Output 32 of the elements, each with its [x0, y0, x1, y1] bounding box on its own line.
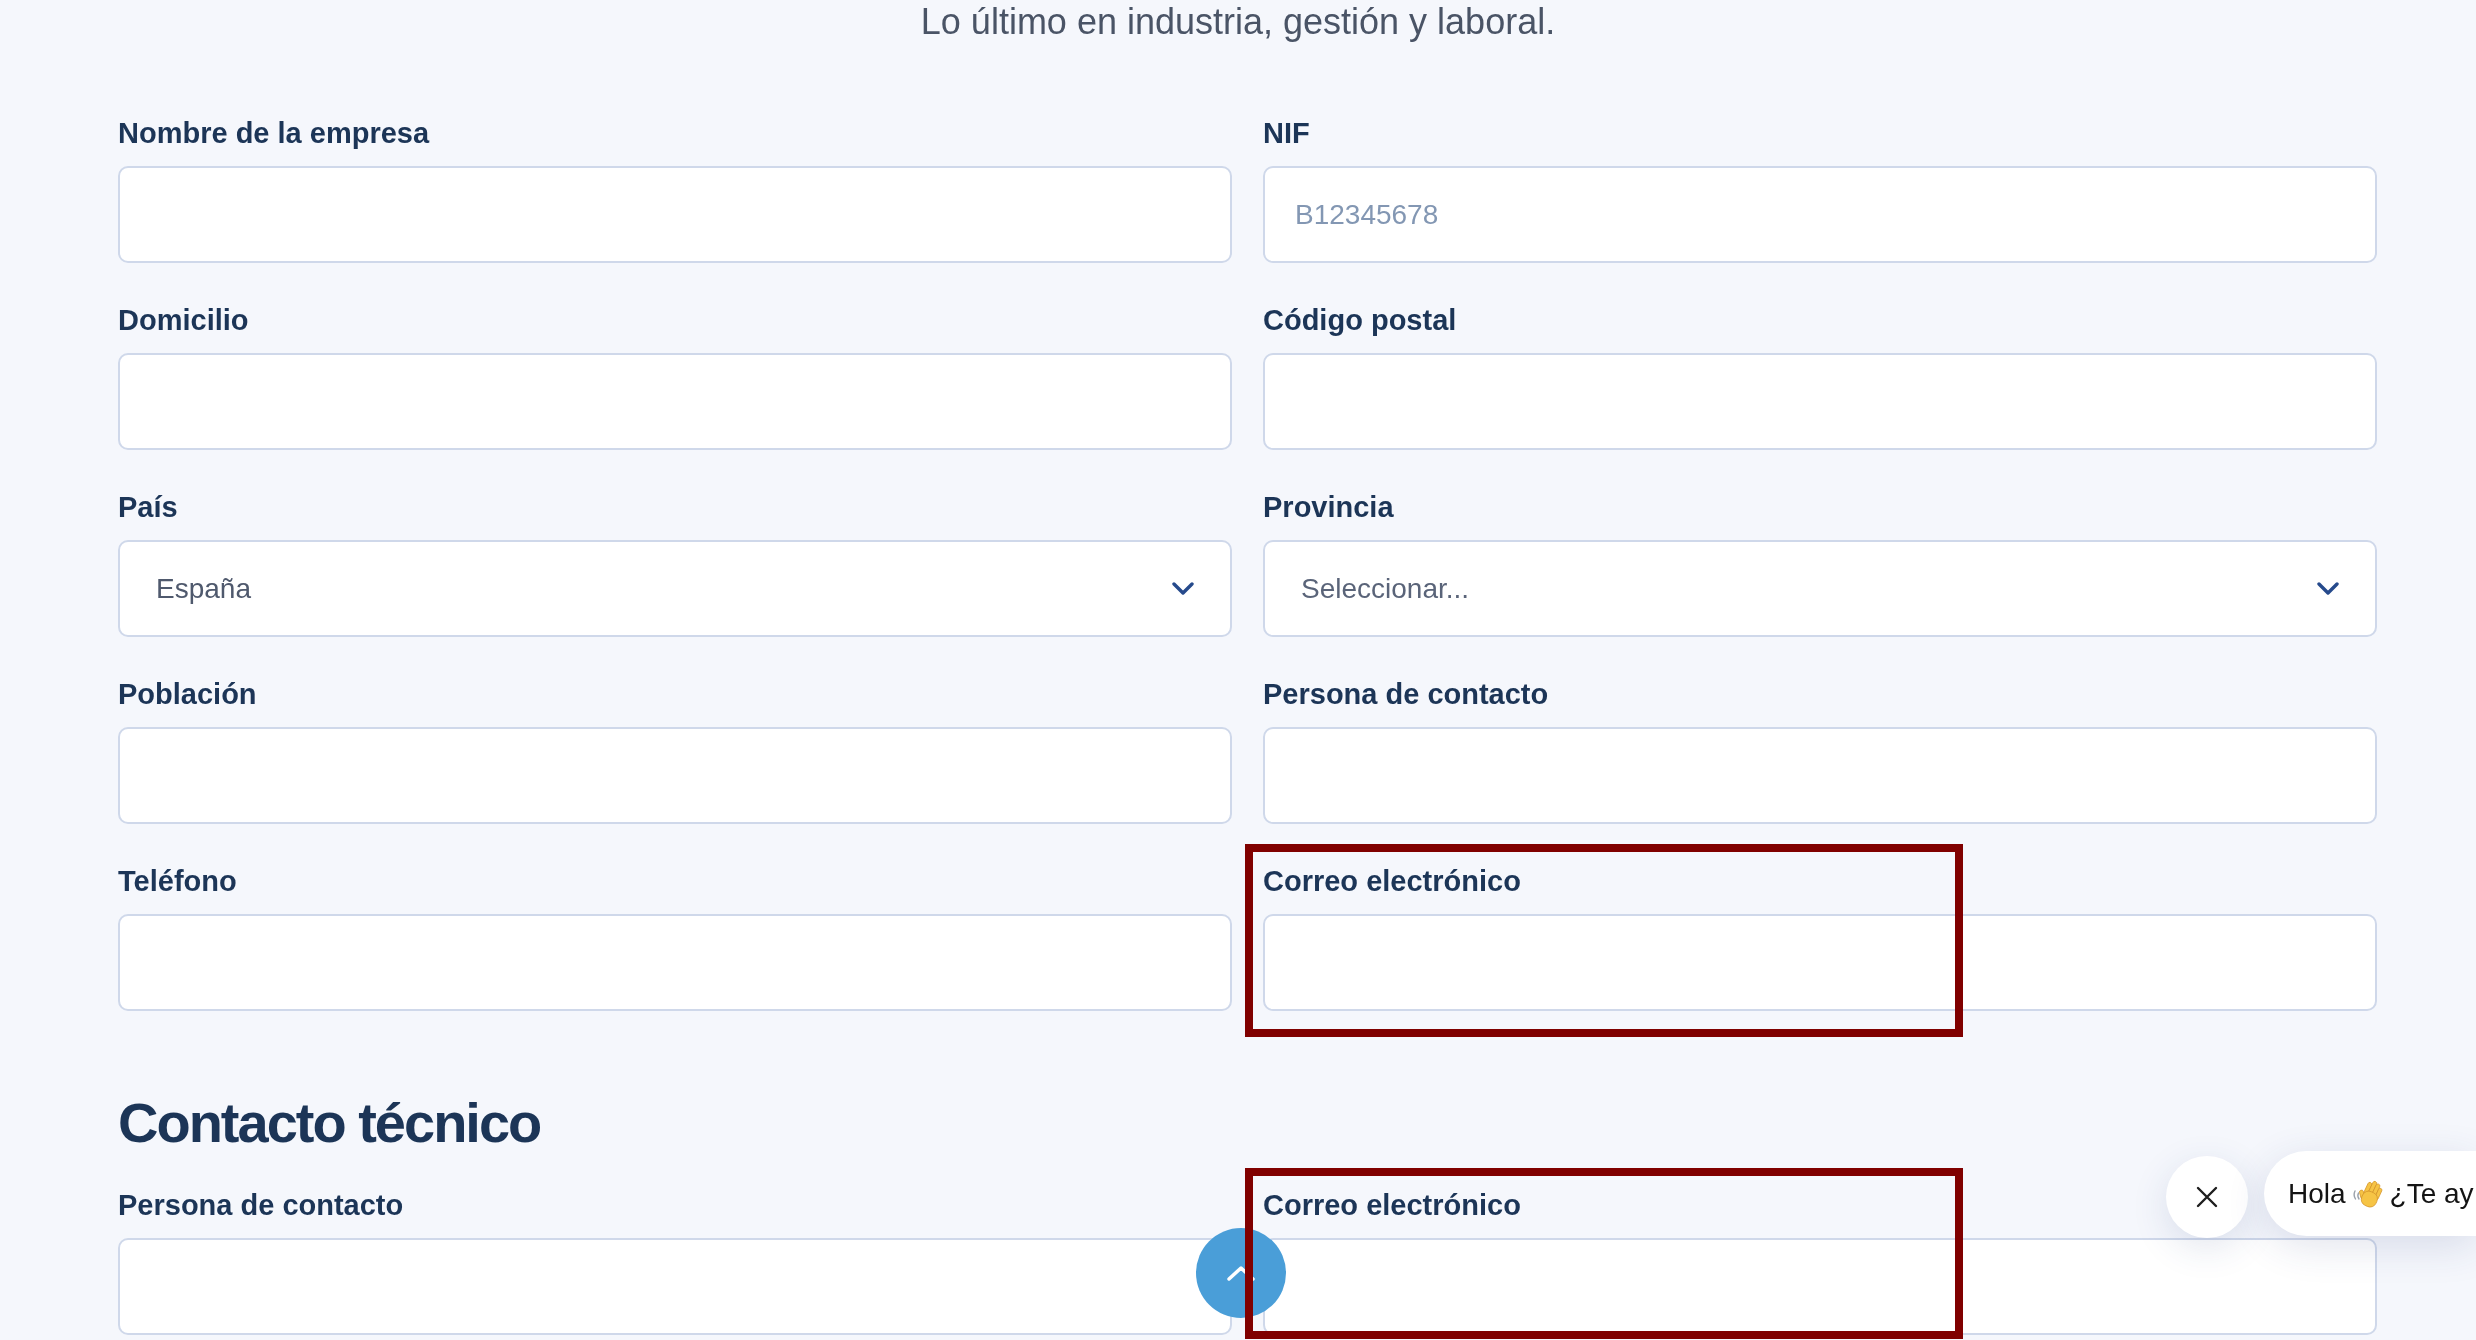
chevron-down-icon: [2317, 582, 2339, 595]
field-label: Nombre de la empresa: [118, 116, 430, 150]
chat-greeting: Hola: [2288, 1176, 2346, 1211]
input-field[interactable]: [1263, 914, 2377, 1011]
dropdown-field[interactable]: Seleccionar...: [1263, 540, 2377, 637]
field-label: Provincia: [1263, 490, 1394, 524]
field-label: NIF: [1263, 116, 1310, 150]
field-label: Persona de contacto: [118, 1188, 404, 1222]
section-heading: Contacto técnico: [118, 1091, 541, 1155]
input-field[interactable]: [118, 727, 1232, 824]
field-label: Correo electrónico: [1263, 1188, 1521, 1222]
chevron-up-icon: [1226, 1265, 1256, 1281]
field-label: Correo electrónico: [1263, 864, 1521, 898]
field-label: Población: [118, 677, 257, 711]
dropdown-field[interactable]: España: [118, 540, 1232, 637]
chevron-down-icon: [1172, 582, 1194, 595]
close-icon: [2196, 1186, 2218, 1208]
input-field[interactable]: [1263, 727, 2377, 824]
input-field[interactable]: [1263, 353, 2377, 450]
input-field[interactable]: [118, 353, 1232, 450]
input-field[interactable]: [118, 914, 1232, 1011]
field-label: País: [118, 490, 178, 524]
input-field[interactable]: [118, 1238, 1232, 1335]
field-label: Código postal: [1263, 303, 1457, 337]
page-subtitle: Lo último en industria, gestión y laboral.: [920, 0, 1556, 44]
chat-bubble[interactable]: Hola ¿Te ay: [2264, 1151, 2476, 1236]
field-label: Teléfono: [118, 864, 237, 898]
field-label: Domicilio: [118, 303, 249, 337]
chat-message: ¿Te ay: [2389, 1176, 2474, 1211]
input-field[interactable]: [118, 166, 1232, 263]
input-field[interactable]: B12345678: [1263, 166, 2377, 263]
field-label: Persona de contacto: [1263, 677, 1549, 711]
